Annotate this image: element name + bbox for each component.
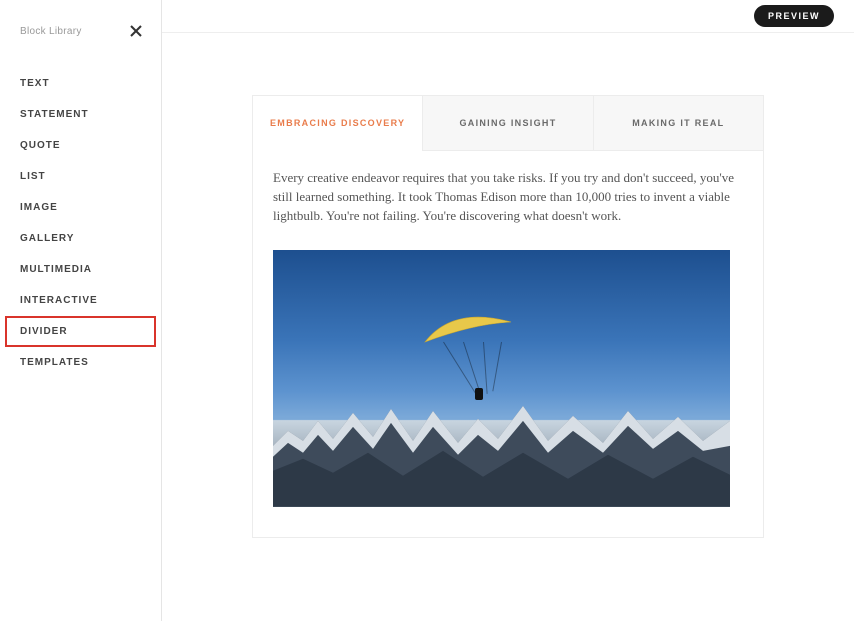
close-icon[interactable] — [129, 24, 143, 38]
hero-image — [273, 250, 730, 507]
tab-label: MAKING IT REAL — [632, 118, 724, 128]
sidebar-item-label: INTERACTIVE — [20, 295, 98, 306]
sidebar-title: Block Library — [20, 26, 82, 37]
mountains-graphic — [273, 391, 730, 507]
sidebar-nav: TEXT STATEMENT QUOTE LIST IMAGE GALLERY … — [0, 68, 161, 378]
tab-gaining-insight[interactable]: GAINING INSIGHT — [422, 96, 592, 150]
sidebar-item-text[interactable]: TEXT — [0, 68, 161, 99]
preview-button[interactable]: PREVIEW — [754, 5, 834, 27]
sidebar-item-interactive[interactable]: INTERACTIVE — [0, 285, 161, 316]
sidebar-item-gallery[interactable]: GALLERY — [0, 223, 161, 254]
main-area: PREVIEW EMBRACING DISCOVERY GAINING INSI… — [162, 0, 854, 621]
sidebar-header: Block Library — [0, 0, 161, 56]
paraglider-graphic — [423, 312, 523, 402]
sidebar-item-divider[interactable]: DIVIDER — [0, 316, 161, 347]
sidebar-item-label: TEXT — [20, 78, 50, 89]
tab-label: EMBRACING DISCOVERY — [270, 118, 405, 128]
sidebar-item-label: DIVIDER — [20, 326, 68, 337]
card-body: Every creative endeavor requires that yo… — [253, 151, 763, 537]
sidebar-item-label: LIST — [20, 171, 46, 182]
sidebar-item-templates[interactable]: TEMPLATES — [0, 347, 161, 378]
sidebar-item-multimedia[interactable]: MULTIMEDIA — [0, 254, 161, 285]
sidebar-item-image[interactable]: IMAGE — [0, 192, 161, 223]
sidebar-item-label: GALLERY — [20, 233, 74, 244]
sidebar-item-list[interactable]: LIST — [0, 161, 161, 192]
sidebar-item-label: STATEMENT — [20, 109, 89, 120]
sidebar-item-label: IMAGE — [20, 202, 58, 213]
content-card: EMBRACING DISCOVERY GAINING INSIGHT MAKI… — [252, 95, 764, 538]
body-text: Every creative endeavor requires that yo… — [273, 169, 743, 226]
sidebar-item-label: TEMPLATES — [20, 357, 89, 368]
block-library-sidebar: Block Library TEXT STATEMENT QUOTE LIST … — [0, 0, 162, 621]
content-wrap: EMBRACING DISCOVERY GAINING INSIGHT MAKI… — [162, 33, 854, 538]
tab-label: GAINING INSIGHT — [459, 118, 556, 128]
sidebar-item-label: MULTIMEDIA — [20, 264, 92, 275]
sidebar-item-quote[interactable]: QUOTE — [0, 130, 161, 161]
sidebar-item-label: QUOTE — [20, 140, 61, 151]
tab-making-it-real[interactable]: MAKING IT REAL — [593, 96, 763, 150]
tab-bar: EMBRACING DISCOVERY GAINING INSIGHT MAKI… — [253, 96, 763, 151]
topbar: PREVIEW — [162, 0, 854, 33]
sidebar-item-statement[interactable]: STATEMENT — [0, 99, 161, 130]
tab-embracing-discovery[interactable]: EMBRACING DISCOVERY — [253, 96, 422, 151]
app-root: Block Library TEXT STATEMENT QUOTE LIST … — [0, 0, 854, 621]
